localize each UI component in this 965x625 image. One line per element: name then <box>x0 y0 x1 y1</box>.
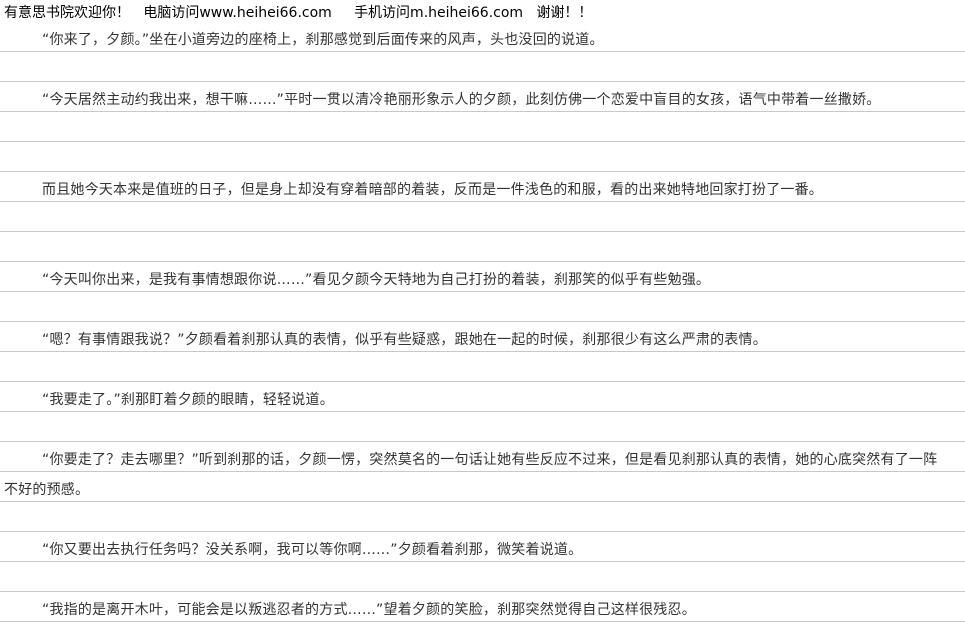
banner-welcome: 有意思书院欢迎你！ <box>4 5 130 21</box>
banner-thanks: 谢谢！！ <box>536 5 593 21</box>
paragraph: “我指的是离开木叶，可能会是以叛逃忍者的方式……”望着夕颜的笑脸，刹那突然觉得自… <box>42 602 696 618</box>
paragraph: 而且她今天本来是值班的日子，但是身上却没有穿着暗部的着装，反而是一件浅色的和服，… <box>42 182 823 198</box>
site-banner: 有意思书院欢迎你！ 电脑访问www.heihei66.com 手机访问m.hei… <box>4 4 962 22</box>
paragraph: “你又要出去执行任务吗？没关系啊，我可以等你啊……”夕颜看着刹那，微笑着说道。 <box>42 542 583 558</box>
paragraph: “你要走了？走去哪里？”听到刹那的话，夕颜一愣，突然莫名的一句话让她有些反应不过… <box>4 452 938 498</box>
paragraph: “我要走了。”刹那盯着夕颜的眼睛，轻轻说道。 <box>42 392 334 408</box>
ruled-page: “你来了，夕颜。”坐在小道旁边的座椅上，刹那感觉到后面传来的风声，头也没回的说道… <box>0 22 965 622</box>
paragraph: “嗯？有事情跟我说？”夕颜看着刹那认真的表情，似乎有些疑惑，跟她在一起的时候，刹… <box>42 332 767 348</box>
banner-mobile-link[interactable]: 手机访问m.heihei66.com <box>354 5 523 21</box>
paragraph: “今天叫你出来，是我有事情想跟你说……”看见夕颜今天特地为自己打扮的着装，刹那笑… <box>42 272 711 288</box>
paragraph: “你来了，夕颜。”坐在小道旁边的座椅上，刹那感觉到后面传来的风声，头也没回的说道… <box>42 32 604 48</box>
banner-pc-link[interactable]: 电脑访问www.heihei66.com <box>143 5 331 21</box>
paragraph: “今天居然主动约我出来，想干嘛……”平时一贯以清冷艳丽形象示人的夕颜，此刻仿佛一… <box>42 92 881 108</box>
